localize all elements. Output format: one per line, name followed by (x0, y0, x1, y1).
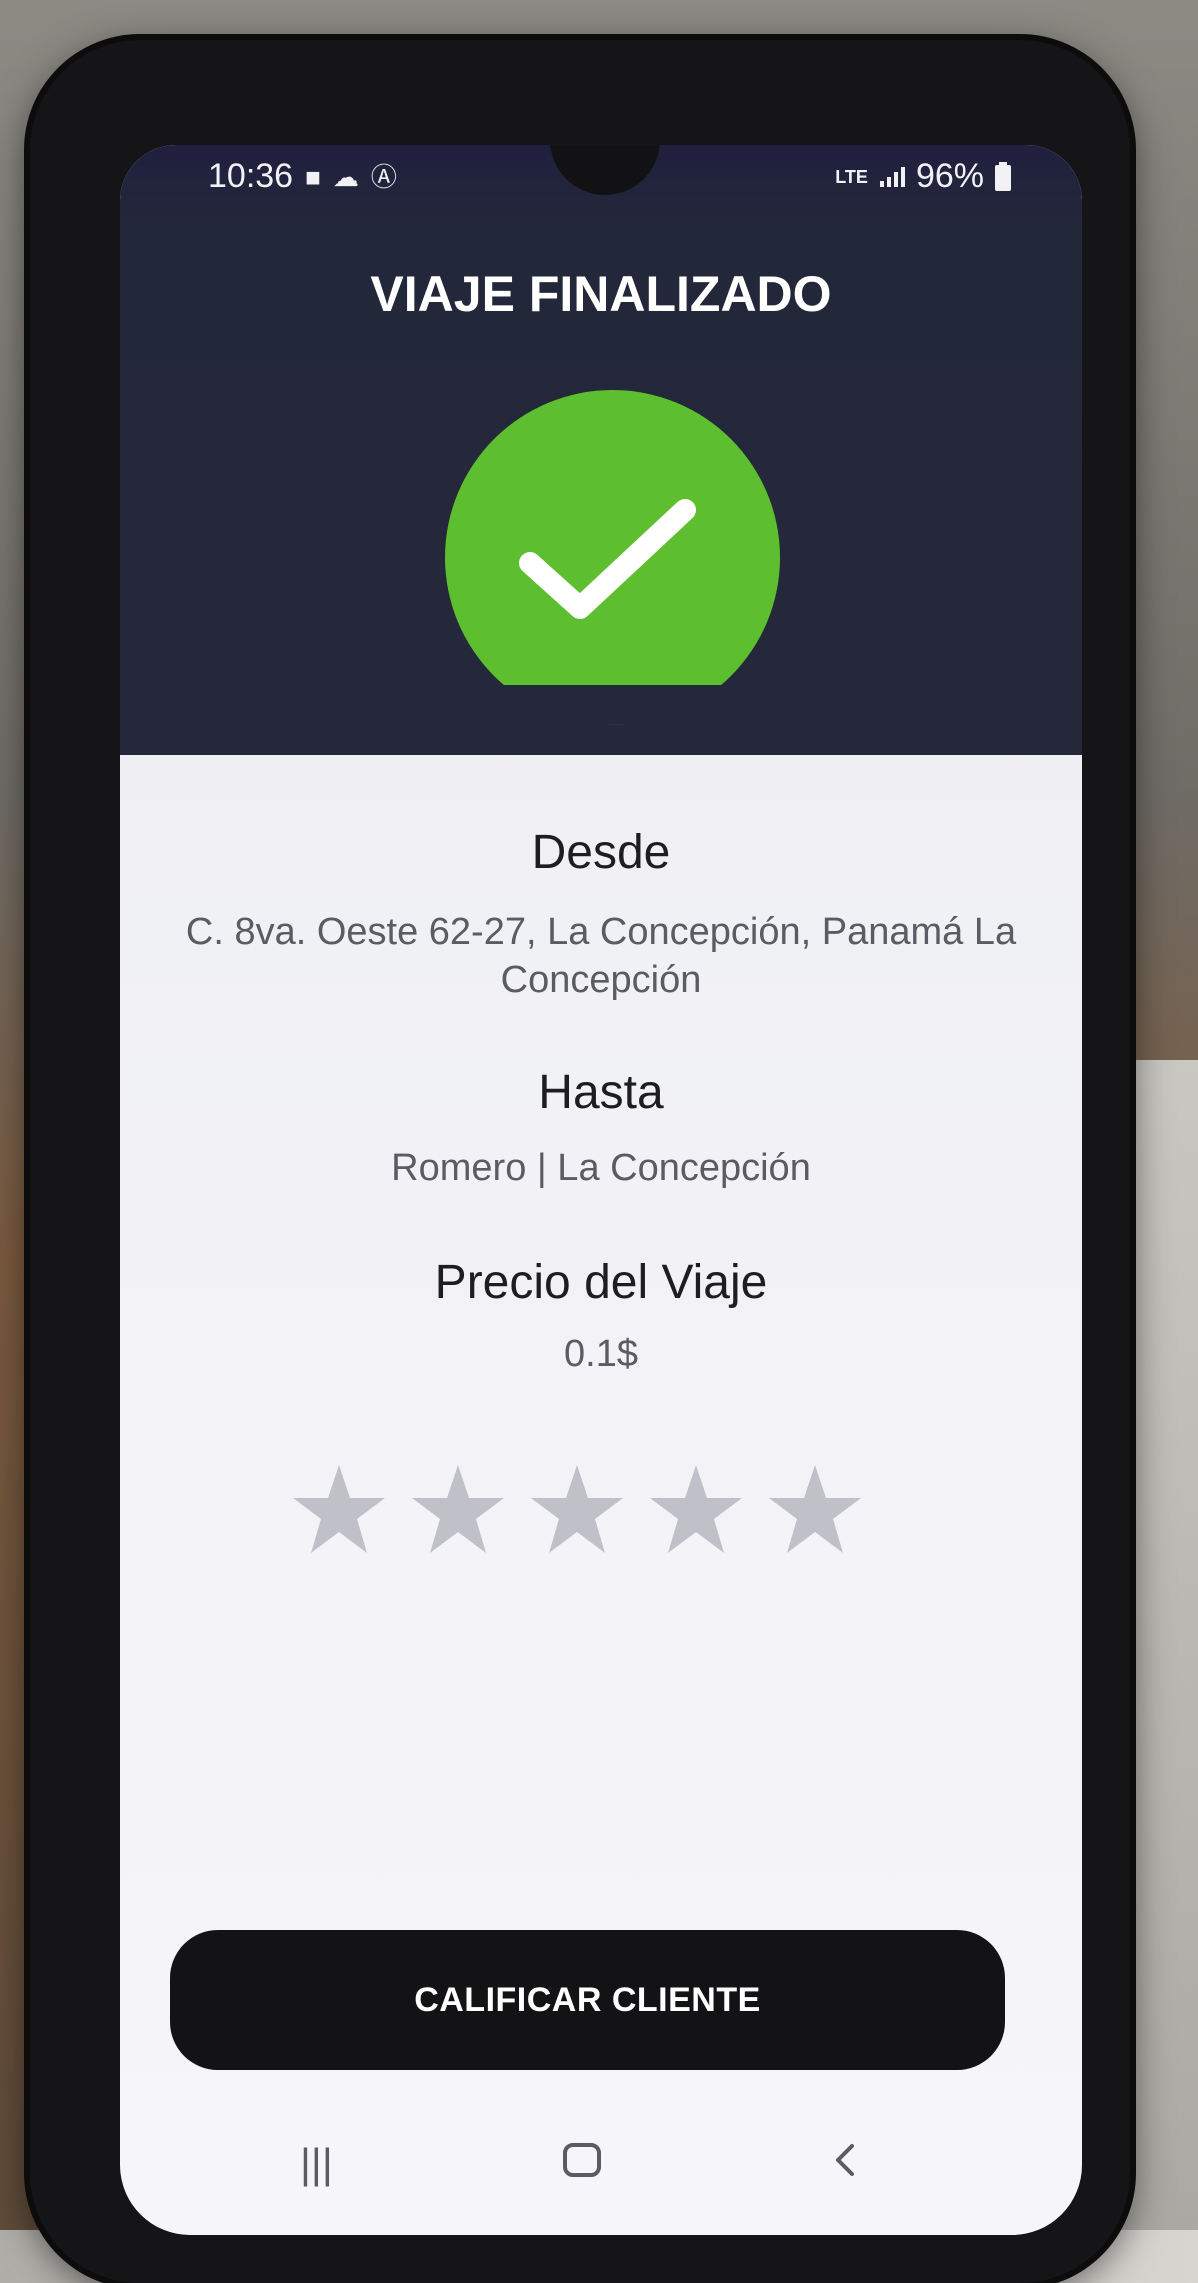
origin-address-line2: Concepción (500, 959, 702, 1001)
page-title: VIAJE FINALIZADO (370, 266, 832, 322)
lte-label: LTE (835, 166, 868, 187)
battery-icon (995, 161, 1011, 191)
destination-label: Hasta (538, 1066, 664, 1119)
origin-label: Desde (531, 826, 671, 879)
signal-icon (879, 166, 905, 187)
auto-icon: Ⓐ (370, 161, 397, 192)
recents-icon[interactable]: ||| (300, 2140, 333, 2188)
battery-percent: 96% (915, 157, 984, 195)
star-icon-4[interactable] (645, 1460, 747, 1560)
star-icon-2[interactable] (407, 1460, 509, 1560)
phone-frame: 10:36 ■ ☁ Ⓐ LTE 96% VIAJE FINALIZADO Des… (30, 40, 1130, 2283)
star-icon-5[interactable] (764, 1460, 866, 1560)
cloud-icon: ☁ (332, 161, 359, 192)
system-navigation-bar: ||| (120, 2105, 1082, 2215)
rate-client-button[interactable]: CALIFICAR CLIENTE (170, 1930, 1005, 2070)
header-panel: 10:36 ■ ☁ Ⓐ LTE 96% VIAJE FINALIZADO (120, 145, 1082, 755)
destination-section: Hasta Romero | La Concepción (120, 1065, 1082, 1192)
status-time: 10:36 (208, 157, 294, 195)
success-badge (445, 390, 780, 725)
checkmark-icon (519, 499, 696, 619)
home-icon[interactable] (562, 2140, 602, 2190)
app-screen: 10:36 ■ ☁ Ⓐ LTE 96% VIAJE FINALIZADO Des… (120, 145, 1082, 2235)
header-curve (120, 685, 1082, 725)
star-icon-1[interactable] (288, 1460, 390, 1560)
rating-stars[interactable] (288, 1460, 878, 1570)
message-icon: ■ (305, 161, 321, 192)
price-value: 0.1$ (564, 1333, 638, 1375)
price-section: Precio del Viaje 0.1$ (120, 1255, 1082, 1378)
status-bar: 10:36 ■ ☁ Ⓐ LTE 96% (120, 145, 1082, 205)
origin-address-line1: C. 8va. Oeste 62-27, La Concepción, Pana… (185, 911, 1017, 953)
origin-section: Desde C. 8va. Oeste 62-27, La Concepción… (120, 825, 1082, 1004)
destination-address: Romero | La Concepción (391, 1147, 811, 1189)
star-icon-3[interactable] (526, 1460, 628, 1560)
price-label: Precio del Viaje (434, 1256, 768, 1309)
back-icon[interactable] (830, 2140, 860, 2190)
